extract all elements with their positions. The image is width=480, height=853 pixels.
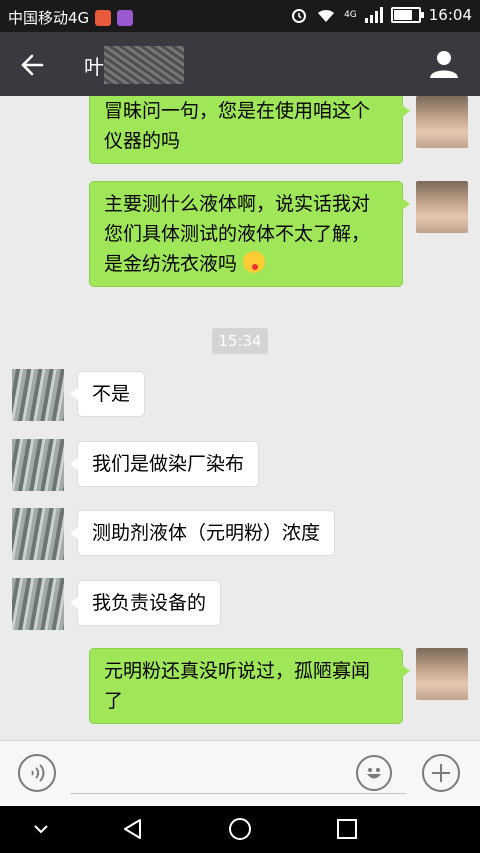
voice-wave-glyph <box>31 764 45 782</box>
plus-icon[interactable] <box>422 754 460 792</box>
message-bubble[interactable]: 我负责设备的 <box>69 580 222 626</box>
contact-avatar[interactable] <box>12 439 64 491</box>
arrow-left-icon[interactable] <box>18 50 48 80</box>
battery-icon <box>390 7 424 23</box>
message-bubble[interactable]: 元明粉还真没听说过，孤陋寡闻了 <box>89 648 410 724</box>
network-label: 4G <box>344 10 357 20</box>
message-input[interactable] <box>70 793 406 794</box>
my-avatar[interactable] <box>416 96 468 148</box>
winking-face-icon <box>243 251 266 273</box>
home-circle-icon[interactable] <box>227 816 253 842</box>
message-bubble[interactable]: 我们是做染厂染布 <box>69 441 260 487</box>
alarm-icon <box>292 9 307 23</box>
message-bubble[interactable]: 不是 <box>69 371 146 417</box>
contact-name: 叶 <box>84 55 104 79</box>
emoji-icon[interactable] <box>356 755 392 791</box>
chat-header: 叶 <box>0 32 480 96</box>
voice-icon[interactable] <box>18 754 56 792</box>
contact-avatar[interactable] <box>12 578 64 630</box>
signal-icon <box>364 7 383 23</box>
redacted-name <box>104 46 184 84</box>
contact-avatar[interactable] <box>12 369 64 421</box>
message-bubble[interactable]: 冒昧问一句，您是在使用咱这个仪器的吗 <box>89 96 410 164</box>
navigation-bar <box>0 806 480 853</box>
input-bar <box>0 740 480 807</box>
message-list[interactable]: 冒昧问一句，您是在使用咱这个仪器的吗 主要测什么液体啊，说实话我对您们具体测试的… <box>0 96 480 738</box>
message-bubble[interactable]: 主要测什么液体啊，说实话我对您们具体测试的液体不太了解，是金纺洗衣液吗 <box>89 181 410 287</box>
clock: 16:04 <box>428 6 472 24</box>
notification-icon <box>95 9 112 26</box>
recents-square-icon[interactable] <box>334 816 360 842</box>
timestamp: 15:34 <box>212 328 268 354</box>
contact-avatar[interactable] <box>12 508 64 560</box>
back-triangle-icon[interactable] <box>120 816 146 842</box>
gallery-icon <box>117 9 134 26</box>
plus-glyph <box>432 764 450 782</box>
smiley-glyph <box>367 768 381 779</box>
status-bar: 中国移动4G 4G 16:04 <box>0 0 480 32</box>
chevron-down-icon[interactable] <box>28 816 54 842</box>
wifi-icon <box>318 9 335 22</box>
my-avatar[interactable] <box>416 648 468 700</box>
my-avatar[interactable] <box>416 181 468 233</box>
user-icon[interactable] <box>428 48 460 80</box>
carrier-label: 中国移动4G <box>8 9 90 27</box>
message-bubble[interactable]: 测助剂液体（元明粉）浓度 <box>69 510 336 556</box>
message-text: 主要测什么液体啊，说实话我对您们具体测试的液体不太了解，是金纺洗衣液吗 <box>104 193 371 275</box>
